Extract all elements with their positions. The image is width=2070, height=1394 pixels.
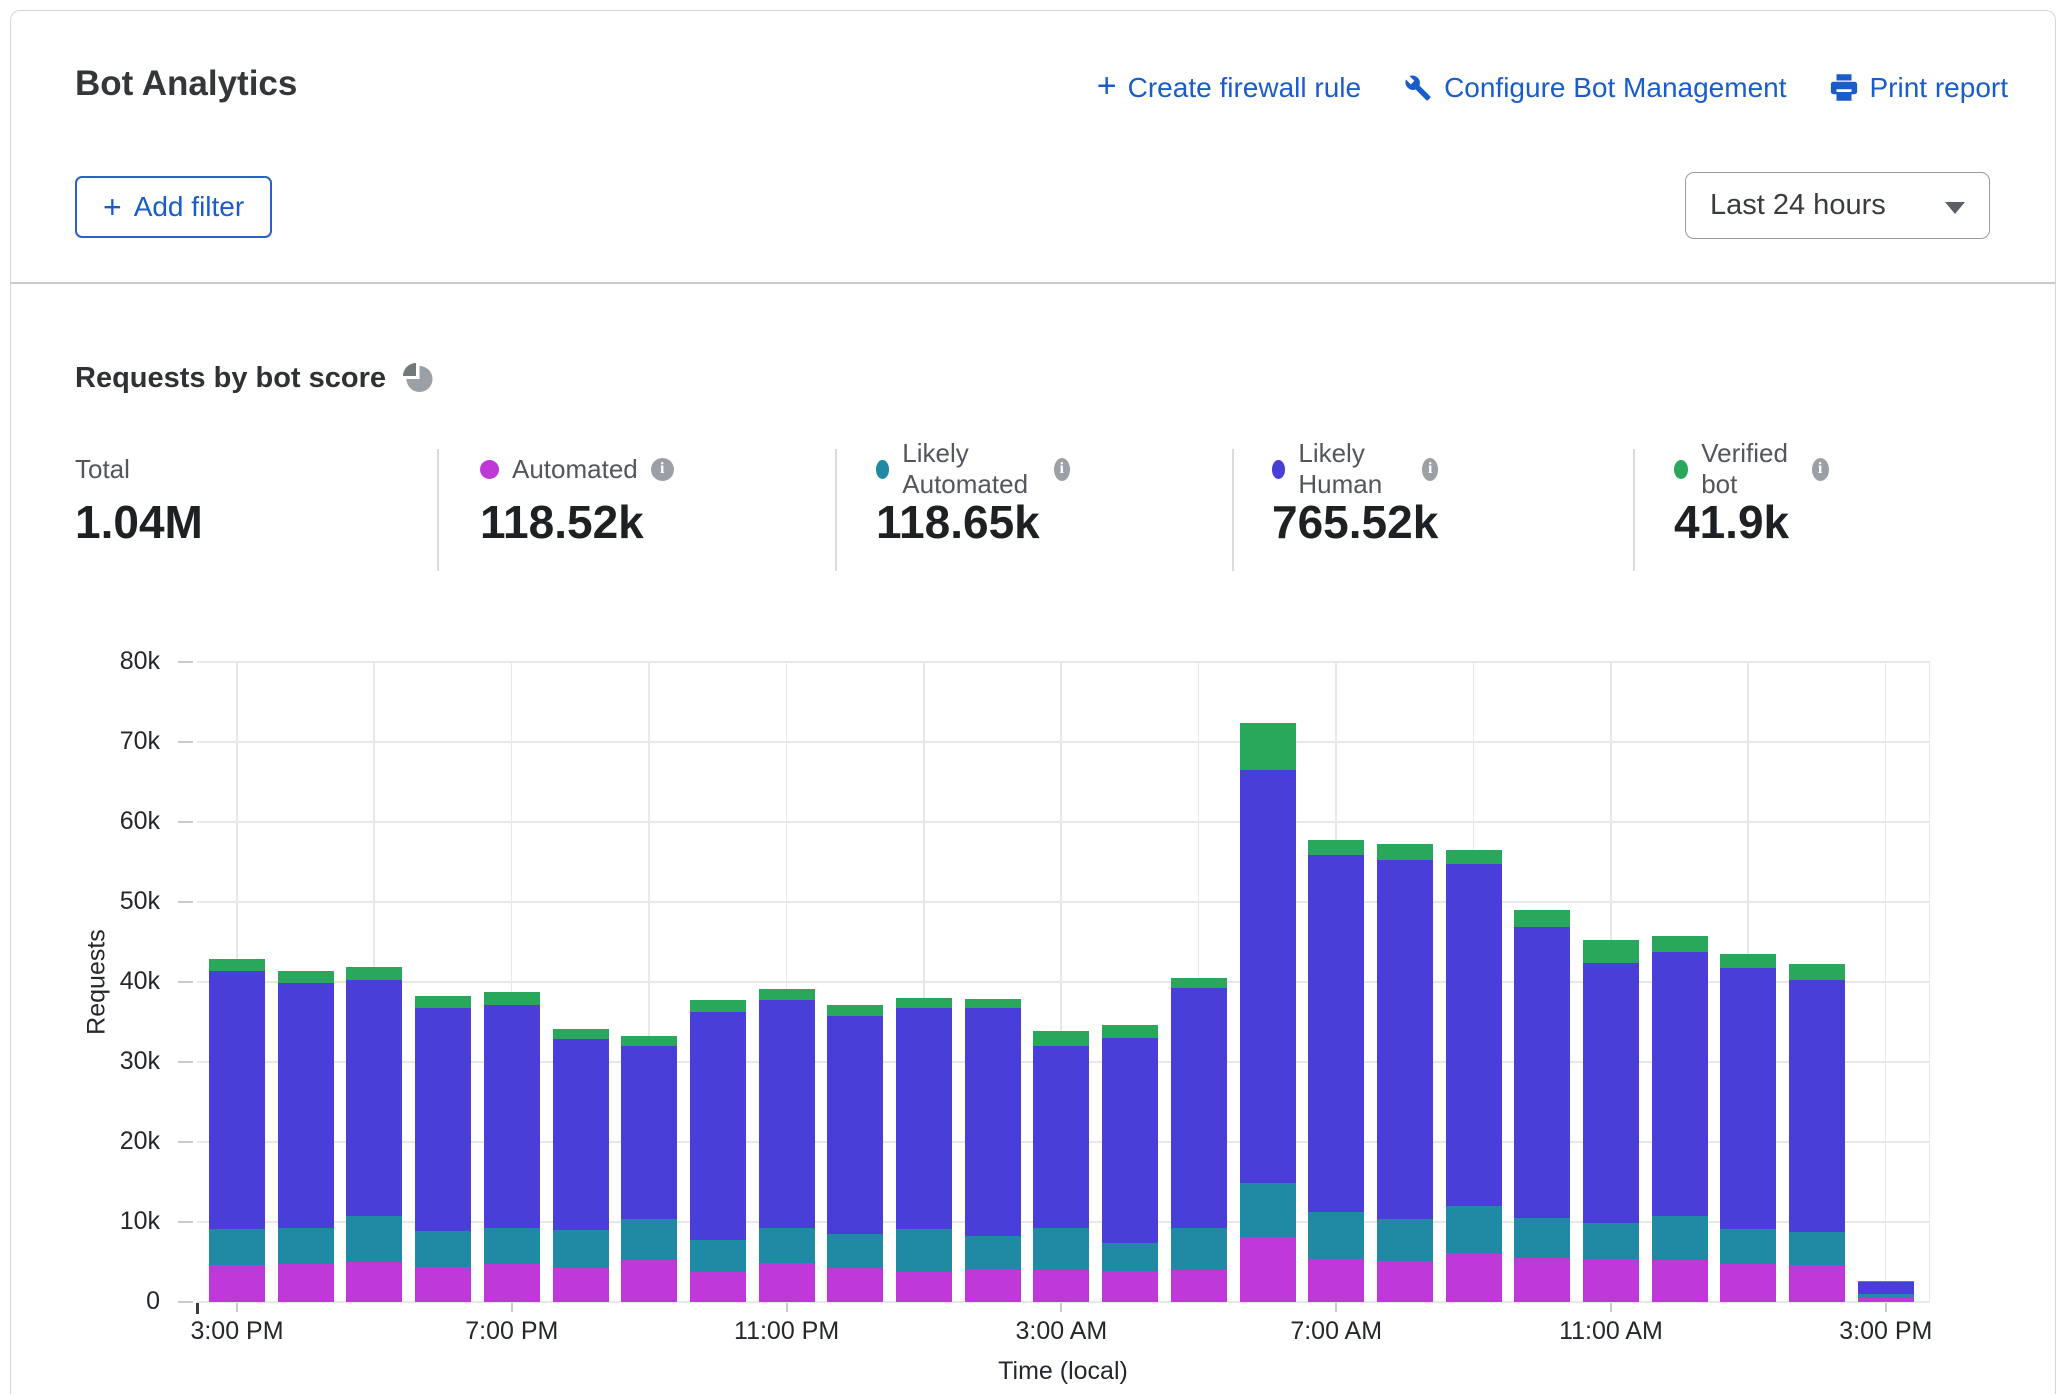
add-filter-label: Add filter bbox=[134, 191, 245, 223]
verified-bot-info-icon[interactable]: i bbox=[1812, 458, 1829, 481]
stat-automated-label: Automated bbox=[512, 454, 638, 485]
stat-likely-automated-labelrow: Likely Automatedi bbox=[876, 455, 1070, 483]
pie-chart-icon bbox=[402, 362, 435, 395]
likely-automated-info-icon[interactable]: i bbox=[1054, 458, 1070, 481]
stat-verified-bot-label: Verified bot bbox=[1701, 438, 1798, 500]
time-range-value: Last 24 hours bbox=[1710, 189, 1886, 222]
create-firewall-rule-link[interactable]: + Create firewall rule bbox=[1097, 72, 1361, 104]
likely-automated-legend-dot bbox=[876, 460, 889, 479]
print-report-label: Print report bbox=[1870, 72, 2009, 104]
stat-likely-human-label: Likely Human bbox=[1298, 438, 1409, 500]
chevron-down-icon bbox=[1945, 202, 1965, 214]
stat-total-value: 1.04M bbox=[75, 495, 203, 549]
header-divider bbox=[10, 282, 2055, 284]
section-title: Requests by bot score bbox=[75, 362, 435, 395]
create-firewall-rule-label: Create firewall rule bbox=[1128, 72, 1361, 104]
stat-divider bbox=[835, 449, 837, 571]
stat-verified-bot: Verified boti 41.9k bbox=[1674, 455, 1829, 549]
stat-likely-human-value: 765.52k bbox=[1272, 495, 1438, 549]
stat-total-label: Total bbox=[75, 454, 130, 485]
stat-likely-automated: Likely Automatedi 118.65k bbox=[876, 455, 1070, 549]
stat-verified-bot-labelrow: Verified boti bbox=[1674, 455, 1829, 483]
print-report-link[interactable]: Print report bbox=[1829, 72, 2009, 104]
stat-automated-value: 118.52k bbox=[480, 495, 674, 549]
likely-human-legend-dot bbox=[1272, 460, 1285, 479]
stat-likely-automated-label: Likely Automated bbox=[902, 438, 1040, 500]
automated-legend-dot bbox=[480, 460, 499, 479]
section-title-text: Requests by bot score bbox=[75, 362, 386, 395]
header-actions: + Create firewall rule Configure Bot Manag… bbox=[1097, 72, 2008, 104]
printer-icon bbox=[1829, 73, 1859, 103]
stat-likely-human-labelrow: Likely Humani bbox=[1272, 455, 1438, 483]
stat-automated-labelrow: Automated i bbox=[480, 455, 674, 483]
configure-bot-management-label: Configure Bot Management bbox=[1444, 72, 1786, 104]
plus-icon: + bbox=[103, 189, 122, 226]
page-title: Bot Analytics bbox=[75, 64, 297, 104]
verified-bot-legend-dot bbox=[1674, 460, 1688, 479]
plus-icon: + bbox=[1097, 72, 1117, 104]
automated-info-icon[interactable]: i bbox=[651, 458, 674, 481]
stat-likely-automated-value: 118.65k bbox=[876, 495, 1070, 549]
stat-divider bbox=[1633, 449, 1635, 571]
stat-automated: Automated i 118.52k bbox=[480, 455, 674, 549]
likely-human-info-icon[interactable]: i bbox=[1422, 458, 1438, 481]
stat-likely-human: Likely Humani 765.52k bbox=[1272, 455, 1438, 549]
wrench-icon bbox=[1403, 73, 1433, 103]
add-filter-button[interactable]: + Add filter bbox=[75, 176, 272, 238]
configure-bot-management-link[interactable]: Configure Bot Management bbox=[1403, 72, 1786, 104]
stat-verified-bot-value: 41.9k bbox=[1674, 495, 1829, 549]
stat-divider bbox=[1232, 449, 1234, 571]
stat-total: Total 1.04M bbox=[75, 455, 203, 549]
stat-divider bbox=[437, 449, 439, 571]
time-range-select[interactable]: Last 24 hours bbox=[1685, 172, 1990, 239]
